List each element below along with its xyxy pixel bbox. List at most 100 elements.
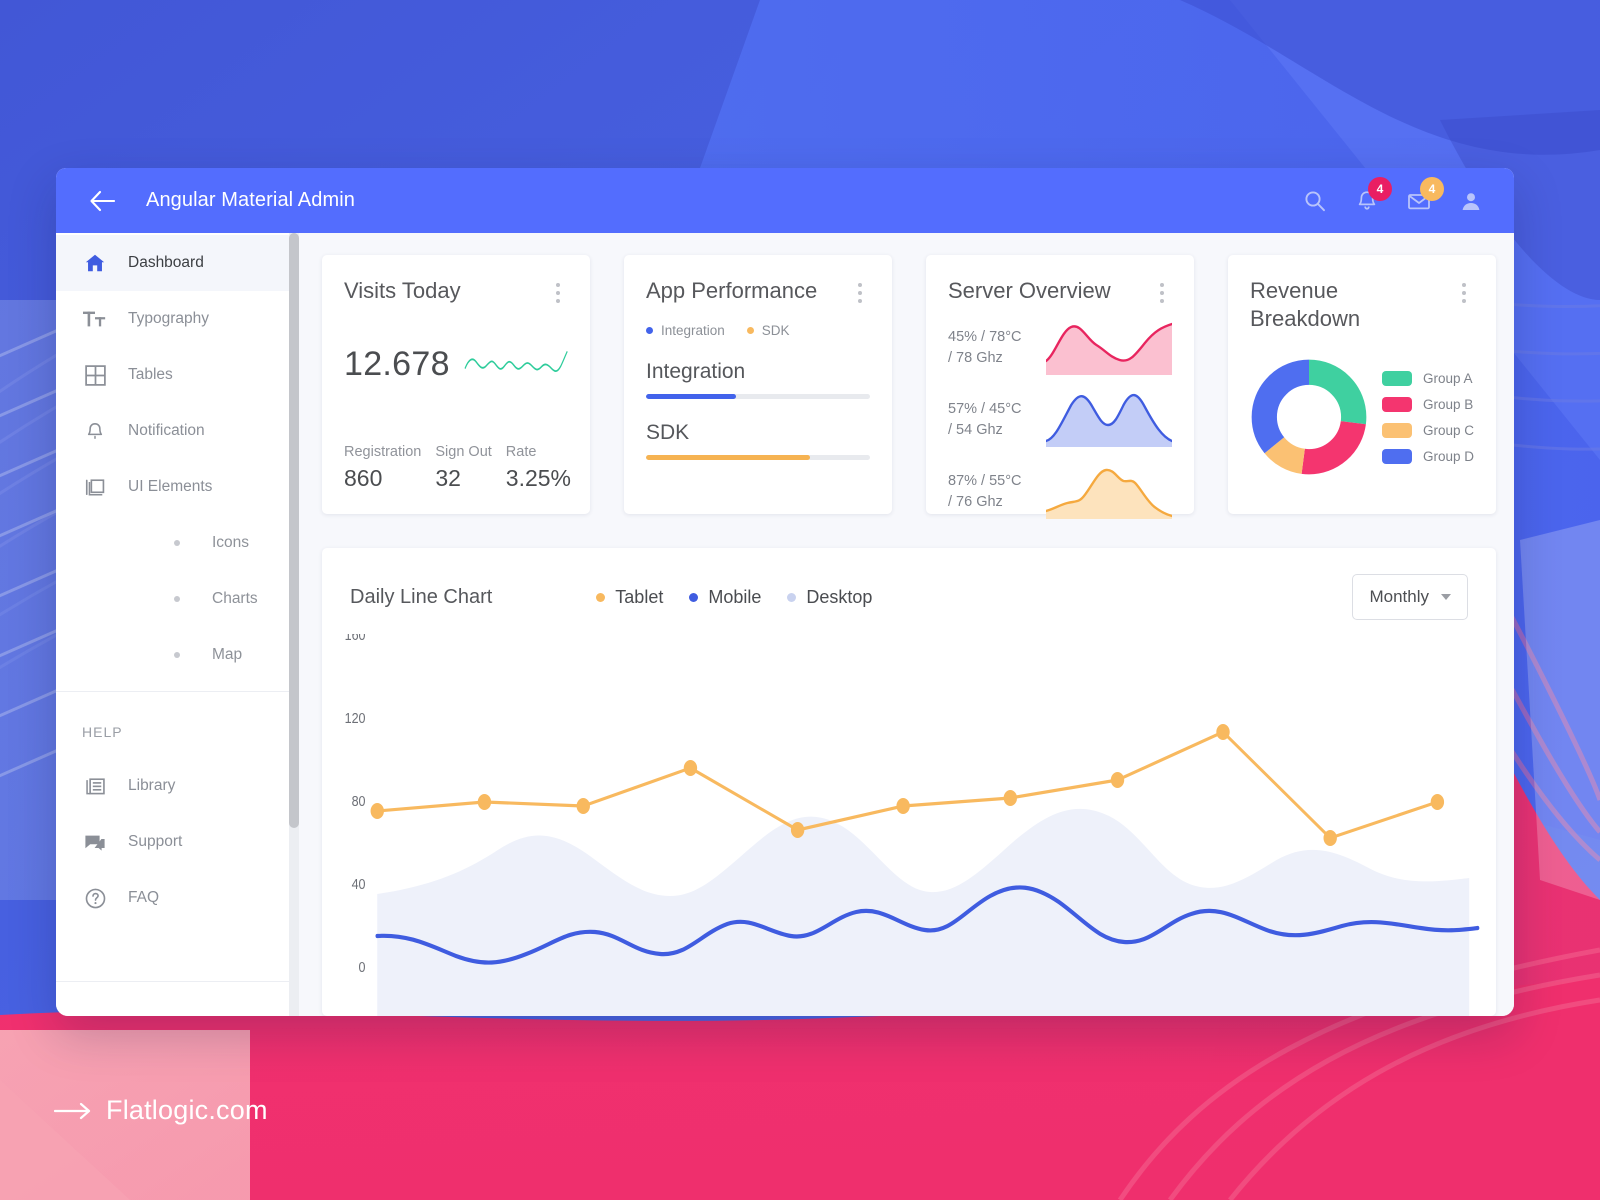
screenshot-root: Angular Material Admin 4 4 Dashboard Typ… xyxy=(0,0,1600,1200)
series-desktop xyxy=(377,808,1470,1016)
server-metrics-line: 87% / 55°C xyxy=(948,472,1022,489)
back-button[interactable] xyxy=(82,181,122,221)
visits-stats: Registration 860 Sign Out 32 Rate 3.25% xyxy=(344,444,571,496)
server-metrics: 87% / 55°C / 76 Ghz xyxy=(948,471,1040,513)
more-options-icon[interactable] xyxy=(850,281,870,305)
progress-fill xyxy=(646,455,810,460)
sidebar-scrollbar-thumb[interactable] xyxy=(289,233,299,828)
card-title: App Performance xyxy=(646,278,818,303)
legend-item-mobile[interactable]: Mobile xyxy=(689,587,761,608)
legend-swatch-icon xyxy=(1382,422,1412,438)
performance-bar-sdk: SDK xyxy=(646,421,870,460)
search-icon xyxy=(1305,190,1325,211)
sidebar-item-library[interactable]: Library xyxy=(56,758,293,814)
sidebar-item-label: Tables xyxy=(128,366,173,383)
legend-swatch-icon xyxy=(1382,370,1412,386)
server-sparkline-2 xyxy=(1046,393,1172,447)
sidebar-subitem-map[interactable]: Map xyxy=(56,627,293,683)
notifications-button[interactable]: 4 xyxy=(1352,176,1392,216)
notifications-badge: 4 xyxy=(1368,176,1392,201)
legend-label: Tablet xyxy=(615,586,664,607)
stat-sign-out: Sign Out 32 xyxy=(435,444,491,492)
card-title-line2: Breakdown xyxy=(1250,305,1361,331)
stat-label: Sign Out xyxy=(435,444,492,460)
sidebar-item-faq[interactable]: FAQ xyxy=(56,870,293,926)
y-tick-40: 40 xyxy=(352,875,366,892)
sidebar-item-tables[interactable]: Tables xyxy=(56,347,293,403)
performance-legend: Integration SDK xyxy=(646,323,870,338)
legend-item-group-b: Group B xyxy=(1382,396,1474,412)
range-select[interactable]: Monthly xyxy=(1352,574,1468,620)
messages-button[interactable]: 4 xyxy=(1404,176,1444,216)
sidebar-item-ui-elements[interactable]: UI Elements xyxy=(56,459,293,515)
legend-swatch-icon xyxy=(1382,396,1412,412)
card-server-overview: Server Overview 45% / 78°C / 78 Ghz 57% … xyxy=(926,255,1194,519)
card-header: App Performance xyxy=(646,277,870,305)
line-chart-legend: Tablet Mobile Desktop xyxy=(596,587,872,608)
y-tick-120: 120 xyxy=(345,709,366,726)
home-icon xyxy=(82,250,108,276)
sidebar-subitem-label: Icons xyxy=(212,534,250,551)
sidebar-subitem-icons[interactable]: Icons xyxy=(56,515,293,571)
legend-dot-icon xyxy=(746,327,754,334)
stat-label: Rate xyxy=(505,444,537,460)
range-select-value: Monthly xyxy=(1369,587,1429,606)
app-window: Angular Material Admin 4 4 Dashboard Typ… xyxy=(56,168,1514,1016)
sidebar-item-dashboard[interactable]: Dashboard xyxy=(56,235,293,291)
flatlogic-watermark: Flatlogic.com xyxy=(54,1095,268,1126)
progress-fill xyxy=(646,394,736,399)
legend-item-desktop[interactable]: Desktop xyxy=(787,587,872,608)
more-options-icon[interactable] xyxy=(548,281,568,305)
card-title: Server Overview xyxy=(948,278,1111,303)
legend-label: SDK xyxy=(761,323,790,338)
series-tablet xyxy=(370,724,1445,846)
legend-label: Mobile xyxy=(708,586,762,607)
bullet-icon xyxy=(174,596,180,602)
stat-value: 860 xyxy=(344,465,383,491)
legend-label: Integration xyxy=(661,323,725,338)
legend-item-group-c: Group C xyxy=(1382,422,1475,438)
server-metrics-line: / 54 Ghz xyxy=(948,422,1003,438)
card-app-performance: App Performance Integration SDK Integrat… xyxy=(624,255,892,514)
card-header: Server Overview xyxy=(948,277,1172,305)
stat-rate: Rate 3.25% xyxy=(506,444,571,492)
legend-dot-icon xyxy=(787,592,797,602)
sidebar-subitem-charts[interactable]: Charts xyxy=(56,571,293,627)
legend-label: Group C xyxy=(1422,422,1475,438)
chevron-down-icon xyxy=(1441,594,1451,600)
sidebar-item-support[interactable]: Support xyxy=(56,814,293,870)
more-options-icon[interactable] xyxy=(1454,281,1474,305)
sidebar-item-typography[interactable]: Typography xyxy=(56,291,293,347)
header-actions: 4 4 xyxy=(1300,176,1492,216)
messages-badge: 4 xyxy=(1420,176,1444,201)
card-header: Visits Today xyxy=(344,277,568,305)
sidebar: Dashboard Typography Tables Notification… xyxy=(56,233,299,1016)
search-button[interactable] xyxy=(1300,186,1330,216)
sidebar-item-label: Typography xyxy=(128,310,209,327)
account-button[interactable] xyxy=(1456,186,1486,216)
bullet-icon xyxy=(174,652,180,658)
legend-dot-icon xyxy=(646,327,653,334)
chat-icon xyxy=(82,829,108,855)
card-header: Revenue Breakdown xyxy=(1250,277,1474,332)
server-metrics-line: / 78 Ghz xyxy=(948,350,1003,366)
kpi-card-row: Visits Today 12.678 Registration 860 Sig… xyxy=(322,255,1496,519)
card-title-line1: Revenue xyxy=(1250,278,1339,303)
card-revenue-breakdown: Revenue Breakdown Group A Group B Group … xyxy=(1228,255,1496,514)
legend-swatch-icon xyxy=(1382,448,1412,464)
legend-item-tablet[interactable]: Tablet xyxy=(596,587,663,608)
more-options-icon[interactable] xyxy=(1152,281,1172,305)
stat-value: 3.25% xyxy=(505,465,572,491)
app-header: Angular Material Admin 4 4 xyxy=(56,168,1514,233)
legend-dot-icon xyxy=(689,592,699,602)
server-metrics-line: / 76 Ghz xyxy=(948,494,1003,510)
line-chart-title: Daily Line Chart xyxy=(350,585,493,608)
sidebar-subitem-label: Map xyxy=(212,646,243,663)
legend-dot-icon xyxy=(596,592,606,602)
bell-icon xyxy=(82,418,108,444)
sidebar-item-notification[interactable]: Notification xyxy=(56,403,293,459)
sidebar-main-nav: Dashboard Typography Tables Notification… xyxy=(56,233,293,926)
arrow-right-icon xyxy=(54,1102,91,1119)
revenue-body: Group A Group B Group C Group D xyxy=(1250,358,1474,476)
sidebar-section-help: HELP xyxy=(82,724,123,740)
